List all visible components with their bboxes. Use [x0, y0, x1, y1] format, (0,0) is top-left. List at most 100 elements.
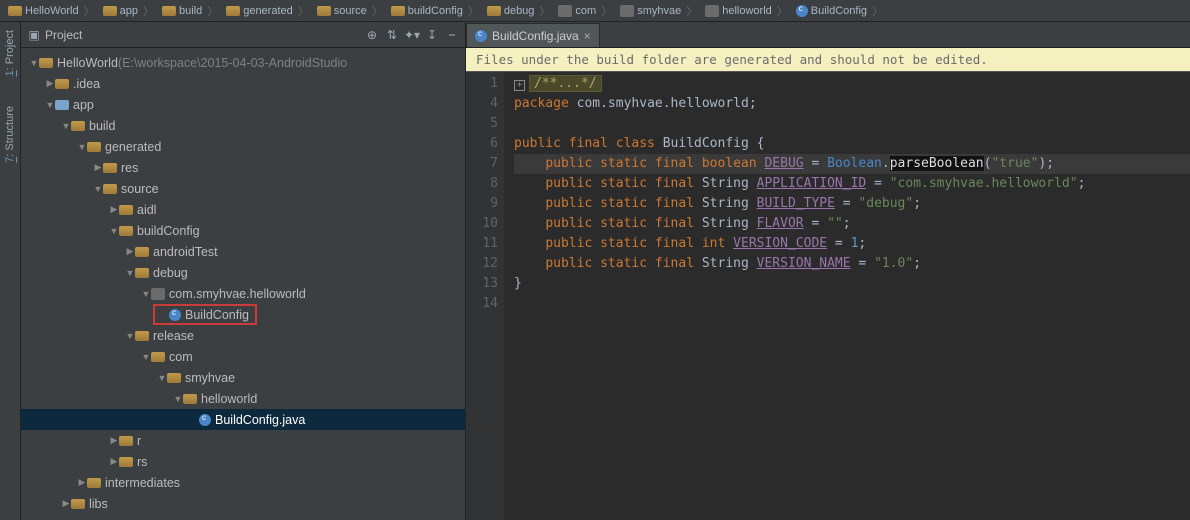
hide-icon[interactable]: ⎯ [445, 28, 459, 42]
sidebar-title: Project [45, 28, 82, 42]
tab-label: BuildConfig.java [492, 29, 579, 43]
crumb-debug[interactable]: debug〉 [483, 3, 555, 19]
tree-node[interactable]: ▼com.smyhvae.helloworld [21, 283, 465, 304]
crumb-app[interactable]: app〉 [99, 3, 158, 19]
tree-node[interactable]: ▼HelloWorld (E:\workspace\2015-04-03-And… [21, 52, 465, 73]
tool-Project[interactable]: 1: Project [4, 30, 16, 76]
tree-node[interactable]: ▼build [21, 115, 465, 136]
expand-icon[interactable]: ▶ [109, 435, 119, 446]
fld-icon [39, 58, 53, 68]
code-area[interactable]: +/**...*/ package com.smyhvae.helloworld… [504, 72, 1190, 520]
expand-icon[interactable]: ▶ [61, 498, 71, 509]
tree-node[interactable]: BuildConfig [21, 304, 465, 325]
pkg-icon [151, 288, 165, 300]
tree-node[interactable]: ▼helloworld [21, 388, 465, 409]
expand-icon[interactable]: ▼ [173, 394, 183, 404]
fld-icon [87, 478, 101, 488]
fld-icon [135, 268, 149, 278]
mod-icon [103, 6, 117, 16]
tree-node[interactable]: ▶intermediates [21, 472, 465, 493]
crumb-source[interactable]: source〉 [313, 3, 387, 19]
project-tree[interactable]: ▼HelloWorld (E:\workspace\2015-04-03-And… [21, 48, 465, 520]
breadcrumb[interactable]: HelloWorld〉app〉build〉generated〉source〉bu… [0, 0, 1190, 22]
crumb-build[interactable]: build〉 [158, 3, 222, 19]
crumb-smyhvae[interactable]: smyhvae〉 [616, 3, 701, 19]
fld-icon [162, 6, 176, 16]
editor-tabs: BuildConfig.java × [466, 22, 1190, 48]
fld-icon [135, 331, 149, 341]
gear-icon[interactable]: ✦▾ [405, 28, 419, 42]
fld-icon [487, 6, 501, 16]
expand-icon[interactable]: ▶ [109, 204, 119, 215]
expand-icon[interactable]: ▼ [45, 100, 55, 110]
class-icon [475, 30, 487, 42]
pkg-icon [558, 5, 572, 17]
expand-icon[interactable]: ▼ [141, 289, 151, 299]
tree-node[interactable]: ▶rs [21, 451, 465, 472]
tree-node[interactable]: ▶aidl [21, 199, 465, 220]
expand-icon[interactable]: ▶ [45, 78, 55, 89]
expand-icon[interactable]: ▼ [93, 184, 103, 194]
tree-node[interactable]: ▼app [21, 94, 465, 115]
fld-icon [119, 436, 133, 446]
expand-icon[interactable]: ▼ [61, 121, 71, 131]
fld-icon [119, 226, 133, 236]
sort-icon[interactable]: ⇅ [385, 28, 399, 42]
expand-icon[interactable]: ▶ [125, 246, 135, 257]
tree-node[interactable]: ▼smyhvae [21, 367, 465, 388]
crumb-generated[interactable]: generated〉 [222, 3, 313, 19]
sidebar-header: ▣ Project ⊕ ⇅ ✦▾ ↧ ⎯ [21, 22, 465, 48]
cls-icon [796, 5, 808, 17]
tool-Structure[interactable]: 7: Structure [4, 106, 16, 163]
fld-icon [119, 205, 133, 215]
fld-icon [8, 6, 22, 16]
tree-node[interactable]: ▼buildConfig [21, 220, 465, 241]
mod-icon [55, 100, 69, 110]
tree-node[interactable]: BuildConfig.java [21, 409, 465, 430]
fld-icon [55, 79, 69, 89]
tree-node[interactable]: ▶res [21, 157, 465, 178]
expand-icon[interactable]: ▶ [109, 456, 119, 467]
tree-node[interactable]: ▼generated [21, 136, 465, 157]
editor: BuildConfig.java × Files under the build… [466, 22, 1190, 520]
project-sidebar: ▣ Project ⊕ ⇅ ✦▾ ↧ ⎯ ▼HelloWorld (E:\wor… [21, 22, 466, 520]
tree-node[interactable]: ▼com [21, 346, 465, 367]
expand-icon[interactable]: ▼ [125, 268, 135, 278]
tree-node[interactable]: ▼release [21, 325, 465, 346]
crumb-helloworld[interactable]: HelloWorld〉 [4, 3, 99, 19]
readonly-banner: Files under the build folder are generat… [466, 48, 1190, 72]
fld-icon [103, 184, 117, 194]
crumb-buildconfig[interactable]: BuildConfig〉 [792, 3, 887, 19]
collapse-icon[interactable]: ↧ [425, 28, 439, 42]
close-icon[interactable]: × [584, 29, 591, 43]
fold-icon[interactable]: + [514, 80, 525, 91]
expand-icon[interactable]: ▼ [141, 352, 151, 362]
expand-icon[interactable]: ▶ [77, 477, 87, 488]
tree-node[interactable]: ▶androidTest [21, 241, 465, 262]
tree-node[interactable]: ▼source [21, 178, 465, 199]
fld-icon [87, 142, 101, 152]
tree-node[interactable]: ▶.idea [21, 73, 465, 94]
fld-icon [167, 373, 181, 383]
fld-icon [183, 394, 197, 404]
crumb-buildconfig[interactable]: buildConfig〉 [387, 3, 483, 19]
cls-icon [169, 309, 181, 321]
pkg-icon [705, 5, 719, 17]
expand-icon[interactable]: ▶ [93, 162, 103, 173]
tree-node[interactable]: ▶r [21, 430, 465, 451]
fld-icon [71, 499, 85, 509]
expand-icon[interactable]: ▼ [109, 226, 119, 236]
expand-icon[interactable]: ▼ [29, 58, 39, 68]
target-icon[interactable]: ⊕ [365, 28, 379, 42]
left-tool-strip: 1: Project 7: Structure [0, 22, 21, 520]
fld-icon [317, 6, 331, 16]
crumb-com[interactable]: com〉 [554, 3, 616, 19]
tab-buildconfig[interactable]: BuildConfig.java × [466, 23, 600, 47]
crumb-helloworld[interactable]: helloworld〉 [701, 3, 792, 19]
pkg-icon [620, 5, 634, 17]
expand-icon[interactable]: ▼ [77, 142, 87, 152]
tree-node[interactable]: ▼debug [21, 262, 465, 283]
expand-icon[interactable]: ▼ [157, 373, 167, 383]
tree-node[interactable]: ▶libs [21, 493, 465, 514]
expand-icon[interactable]: ▼ [125, 331, 135, 341]
